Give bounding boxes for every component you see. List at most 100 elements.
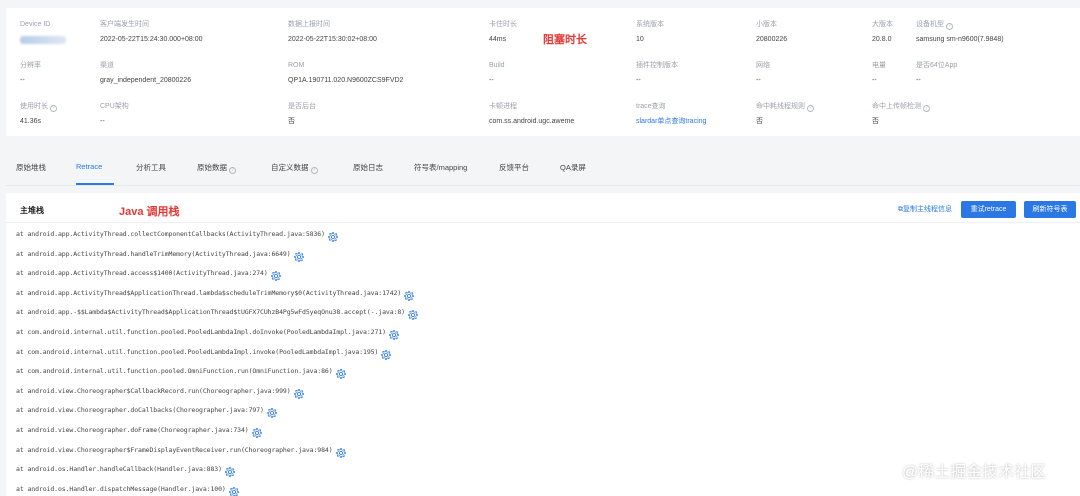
rom-cell: ROM QP1A.190711.020.N9600ZCS9FVD2 xyxy=(288,61,403,86)
divider xyxy=(6,222,1080,223)
stall-duration-annotation: 阻塞时长 xyxy=(543,34,587,46)
minor-version-label: 小版本 xyxy=(756,21,777,28)
stack-frame-row: at android.view.Choreographer.doCallback… xyxy=(16,402,277,419)
tab-feedback[interactable]: 反馈平台 xyxy=(499,162,529,173)
cpu-arch-label: CPU架构 xyxy=(100,103,129,110)
gear-icon[interactable] xyxy=(335,366,346,380)
gear-icon[interactable] xyxy=(404,288,415,301)
minor-version-cell: 小版本 20800226 xyxy=(756,20,787,45)
hit-main-rule-label: 命中耗线程规则 xyxy=(756,103,805,110)
help-icon[interactable]: ? xyxy=(807,105,814,112)
major-version-label: 大版本 xyxy=(872,21,893,28)
rom-value: QP1A.190711.020.N9600ZCS9FVD2 xyxy=(288,77,404,84)
stack-frame-row: at android.os.Handler.handleCallback(Han… xyxy=(16,461,235,478)
tab-custom-data[interactable]: 自定义数据? xyxy=(271,162,318,174)
usage-duration-cell: 使用时长? 41.36s xyxy=(20,102,57,127)
gear-icon[interactable] xyxy=(251,425,262,438)
stack-frame-text: at android.view.Choreographer$CallbackRe… xyxy=(16,386,291,395)
tab-custom-data-label: 自定义数据 xyxy=(271,163,309,172)
plugin-version-label: 插件控制版本 xyxy=(636,62,678,69)
stack-frame-text: at android.app.ActivityThread.access$140… xyxy=(16,269,268,278)
device-model-cell: 设备机型? samsung sm-n9600(7.9848) xyxy=(916,20,1004,45)
is-64bit-cell: 是否64位App -- xyxy=(916,61,957,86)
hit-main-check-label: 命中上传帧检测 xyxy=(872,103,921,110)
stack-frame-row: at android.app.ActivityThread.handleTrim… xyxy=(16,246,304,262)
gear-icon[interactable] xyxy=(267,405,277,419)
channel-cell: 渠道 gray_independent_20800226 xyxy=(100,61,191,86)
channel-value: gray_independent_20800226 xyxy=(100,77,192,84)
hit-main-check-value: 否 xyxy=(872,118,879,125)
stack-frame-text: at android.app.ActivityThread.collectCom… xyxy=(16,230,325,238)
tab-raw-stack[interactable]: 原始堆栈 xyxy=(16,162,46,173)
build-cell: Build -- xyxy=(489,61,505,86)
trace-query-label: trace查询 xyxy=(636,103,666,110)
copy-main-thread-button[interactable]: ⧉复制主线程信息 xyxy=(898,204,952,214)
device-id-value-redacted xyxy=(20,36,66,44)
stack-frame-row: at android.view.Choreographer.doFrame(Ch… xyxy=(16,422,262,438)
refresh-symbols-button[interactable]: 刷新符号表 xyxy=(1024,201,1076,218)
report-time-cell: 数据上报时间 2022-05-22T15:30:02+08:00 xyxy=(288,20,377,45)
resolution-value: -- xyxy=(20,77,25,84)
trace-query-link[interactable]: slardar单点查询tracing xyxy=(636,117,706,127)
gear-icon[interactable] xyxy=(293,386,304,399)
stall-process-label: 卡顿进程 xyxy=(489,103,517,110)
major-version-value: 20.8.0 xyxy=(872,36,892,43)
tab-raw-log[interactable]: 原始日志 xyxy=(353,162,383,173)
stall-process-value: com.ss.android.ugc.aweme xyxy=(489,118,575,125)
gear-icon[interactable] xyxy=(408,307,418,321)
device-id-cell: Device ID xyxy=(20,20,66,44)
gear-icon[interactable] xyxy=(225,464,235,478)
stack-frame-text: at com.android.internal.util.function.po… xyxy=(16,367,333,376)
java-stack-annotation: Java 调用栈 xyxy=(119,206,180,218)
tab-analysis-tools[interactable]: 分析工具 xyxy=(136,162,166,173)
os-version-cell: 系统版本 10 xyxy=(636,20,664,45)
channel-label: 渠道 xyxy=(100,62,114,69)
network-cell: 网络 -- xyxy=(756,61,770,86)
help-icon: ? xyxy=(310,167,318,174)
help-icon[interactable]: ? xyxy=(923,105,930,112)
os-version-label: 系统版本 xyxy=(636,21,664,28)
stall-process-cell: 卡顿进程 com.ss.android.ugc.aweme xyxy=(489,102,574,127)
is-background-value: 否 xyxy=(288,118,295,125)
gear-icon[interactable] xyxy=(328,229,338,242)
retry-retrace-button[interactable]: 重试retrace xyxy=(961,201,1016,218)
client-time-label: 客户端发生时间 xyxy=(100,21,149,28)
stack-title: 主堆栈 xyxy=(20,206,44,215)
stack-frame-row: at android.app.ActivityThread.access$140… xyxy=(16,265,281,282)
gear-icon[interactable] xyxy=(293,249,304,262)
watermark: @稀土掘金技术社区 xyxy=(902,464,1047,481)
stack-frame-row: at com.android.internal.util.function.po… xyxy=(16,344,392,360)
stack-frame-text: at android.view.Choreographer.doCallback… xyxy=(16,406,264,415)
stack-frame-row: at com.android.internal.util.function.po… xyxy=(16,363,346,380)
stack-frame-row: at com.android.internal.util.function.po… xyxy=(16,324,399,340)
active-tab-indicator xyxy=(76,183,114,185)
gear-icon[interactable] xyxy=(381,347,392,360)
tab-qa-recording[interactable]: QA录屏 xyxy=(560,162,586,173)
tab-symbol-mapping[interactable]: 符号表/mapping xyxy=(414,162,467,173)
help-icon[interactable]: ? xyxy=(946,23,953,30)
gear-icon[interactable] xyxy=(228,484,239,496)
help-icon[interactable]: ? xyxy=(50,105,57,112)
battery-label: 电量 xyxy=(872,62,886,69)
plugin-version-cell: 插件控制版本 -- xyxy=(636,61,678,86)
device-info-panel: Device ID 客户端发生时间 2022-05-22T15:24:30.00… xyxy=(6,8,1080,136)
device-id-label: Device ID xyxy=(20,21,51,28)
client-time-cell: 客户端发生时间 2022-05-22T15:24:30.000+08:00 xyxy=(100,20,203,45)
copy-main-thread-label: 复制主线程信息 xyxy=(903,206,952,213)
stack-frame-row: at android.app.-$$Lambda$ActivityThread$… xyxy=(16,304,418,321)
tab-raw-data[interactable]: 原始数据? xyxy=(197,162,236,174)
gear-icon[interactable] xyxy=(389,327,399,340)
cpu-arch-cell: CPU架构 -- xyxy=(100,102,129,127)
detail-tabs: 原始堆栈 Retrace 分析工具 原始数据? 自定义数据? 原始日志 符号表/… xyxy=(6,150,1080,186)
gear-icon[interactable] xyxy=(335,445,346,458)
stack-frame-text: at android.view.Choreographer.doFrame(Ch… xyxy=(16,426,249,434)
resolution-cell: 分辨率 -- xyxy=(20,61,41,86)
stack-frame-text: at android.os.Handler.dispatchMessage(Ha… xyxy=(16,484,226,493)
main-stack-panel: 主堆栈 Java 调用栈 ⧉复制主线程信息 重试retrace 刷新符号表 at… xyxy=(6,193,1080,496)
trace-query-cell: trace查询 slardar单点查询tracing xyxy=(636,102,706,127)
tab-retrace[interactable]: Retrace xyxy=(76,162,102,171)
gear-icon[interactable] xyxy=(270,268,281,282)
os-version-value: 10 xyxy=(636,36,644,43)
major-version-cell: 大版本 20.8.0 xyxy=(872,20,893,45)
stack-frame-text: at android.view.Choreographer$FrameDispl… xyxy=(16,445,333,454)
